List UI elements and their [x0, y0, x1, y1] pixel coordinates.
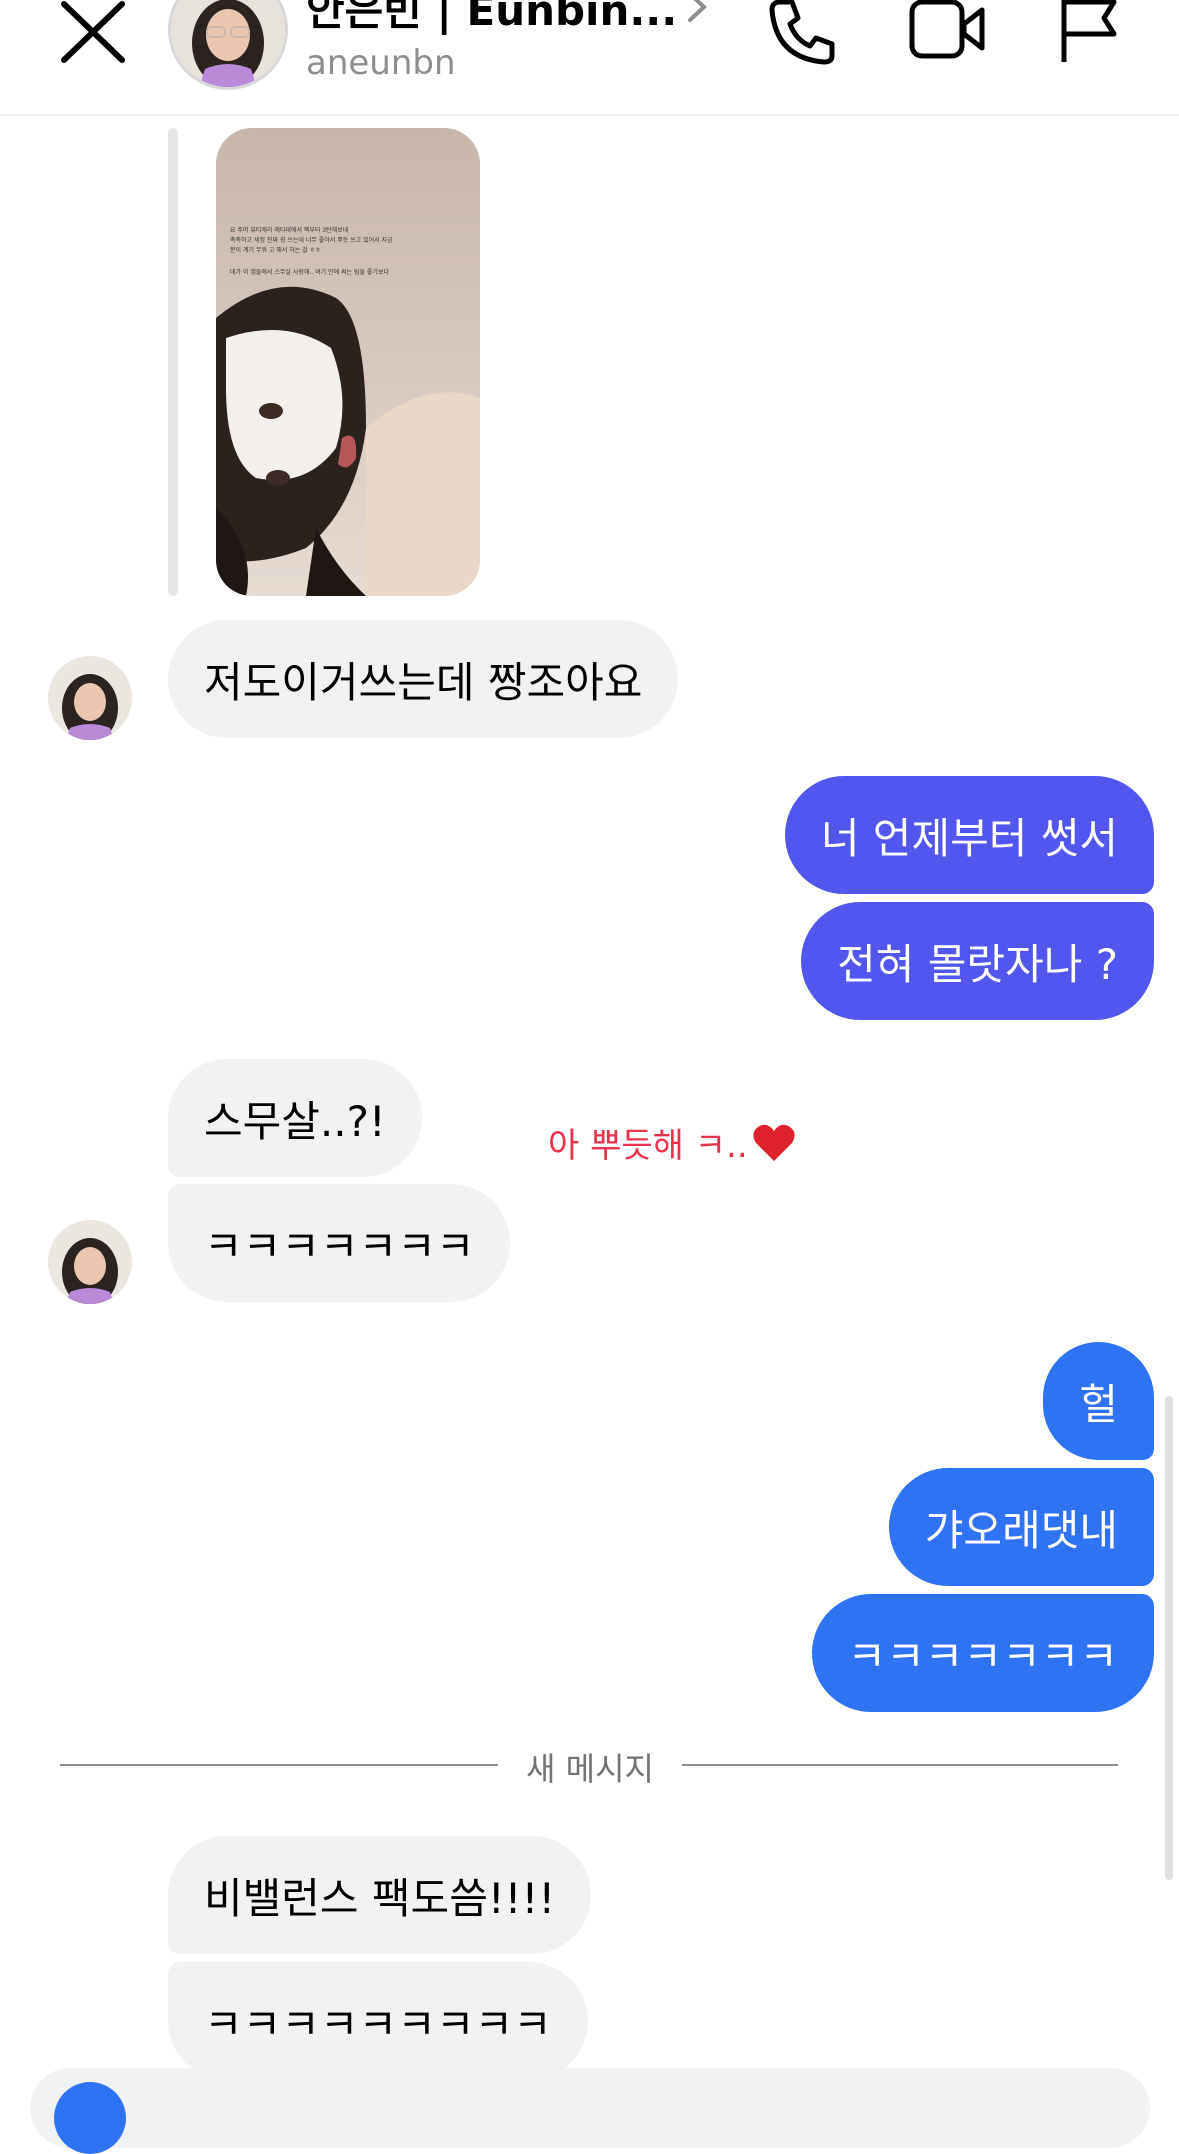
incoming-message[interactable]: 저도이거쓰는데 짱조아요 — [168, 620, 679, 738]
svg-text:촉촉하고 세정 진짜 굉 쓰는데 너무 좋아서 뿌듯 쓰고: 촉촉하고 세정 진짜 굉 쓰는데 너무 좋아서 뿌듯 쓰고 있어서 지금 — [230, 236, 393, 244]
outgoing-message[interactable]: 갸오래댓내 — [888, 1468, 1154, 1586]
video-call-icon[interactable] — [908, 0, 986, 62]
profile-avatar[interactable] — [168, 0, 288, 90]
sender-avatar[interactable] — [48, 1220, 132, 1304]
contact-handle: aneunbn — [306, 43, 456, 83]
outgoing-message[interactable]: ㅋㅋㅋㅋㅋㅋㅋ — [811, 1594, 1154, 1712]
heart-icon — [753, 1124, 795, 1161]
message-composer[interactable] — [30, 2068, 1150, 2154]
incoming-message[interactable]: 스무살..?! — [168, 1059, 422, 1177]
divider-line-right — [682, 1764, 1118, 1766]
flag-icon[interactable] — [1058, 0, 1120, 66]
svg-text:데가 이 앱들에서 스무살 사랑해.. 여기 안에 써는 팀: 데가 이 앱들에서 스무살 사랑해.. 여기 안에 써는 팀들 좋기보다 — [230, 268, 389, 276]
divider-line-left — [60, 1764, 498, 1766]
chevron-right-icon[interactable] — [686, 0, 708, 24]
close-icon[interactable] — [60, 0, 130, 64]
annotation-note: 아 뿌듯해 ㅋ.. — [548, 1118, 796, 1167]
scrollbar[interactable] — [1165, 1396, 1173, 1880]
svg-text:분이 계기 무워 고 해서 하는 걸 ㅎㅎ: 분이 계기 무워 고 해서 하는 걸 ㅎㅎ — [230, 246, 321, 254]
contact-name[interactable]: 안은빈 | Eunbin... — [306, 0, 677, 36]
sender-avatar[interactable] — [48, 656, 132, 740]
incoming-message[interactable]: ㅋㅋㅋㅋㅋㅋㅋ — [168, 1184, 511, 1302]
svg-text:요 주머 뷰티캐리 레티테에서 팩부터 3탄해보네: 요 주머 뷰티캐리 레티테에서 팩부터 3탄해보네 — [230, 226, 348, 234]
chat-header: 안은빈 | Eunbin... aneunbn — [0, 0, 1179, 116]
shared-story-image[interactable]: 요 주머 뷰티캐리 레티테에서 팩부터 3탄해보네 촉촉하고 세정 진짜 굉 쓰… — [216, 128, 480, 596]
outgoing-message[interactable]: 너 언제부터 썻서 — [784, 776, 1154, 894]
phone-icon[interactable] — [766, 0, 838, 68]
annotation-text: 아 뿌듯해 ㅋ.. — [548, 1126, 748, 1166]
incoming-message[interactable]: 비밸런스 팩도씀!!!! — [168, 1836, 592, 1954]
outgoing-message[interactable]: 전혀 몰랏자나 ? — [801, 902, 1154, 1020]
reply-thread-line — [168, 128, 178, 596]
new-messages-divider: 새 메시지 — [526, 1750, 654, 1788]
incoming-message[interactable]: ㅋㅋㅋㅋㅋㅋㅋㅋㅋ — [168, 1962, 588, 2080]
outgoing-message[interactable]: 헐 — [1043, 1342, 1154, 1460]
camera-icon[interactable] — [54, 2082, 126, 2154]
